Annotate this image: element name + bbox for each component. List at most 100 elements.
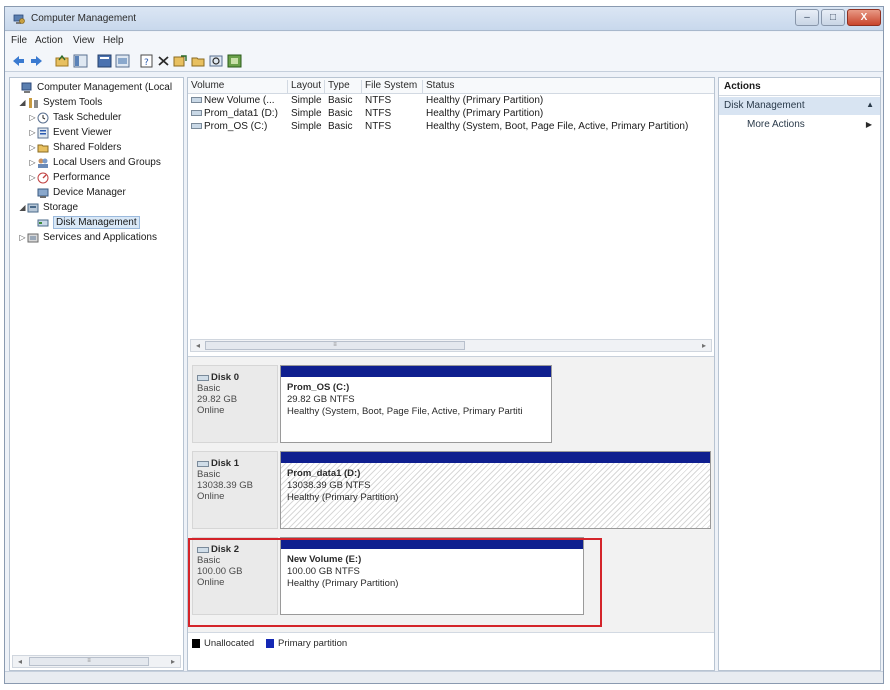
window-title: Computer Management <box>31 13 137 24</box>
console-icon[interactable] <box>115 54 130 68</box>
status-bar <box>5 671 883 683</box>
tree-item-performance[interactable]: ▷ Performance <box>28 170 110 185</box>
users-icon <box>38 158 48 168</box>
expand-icon[interactable]: ▷ <box>28 173 37 182</box>
forward-arrow-icon[interactable] <box>29 54 44 68</box>
search-icon[interactable] <box>209 54 224 68</box>
show-hide-tree-icon[interactable] <box>73 54 88 68</box>
scroll-right-icon[interactable]: ▸ <box>167 656 179 667</box>
event-viewer-icon <box>37 127 49 138</box>
volume-list-header: Volume Layout Type File System Status <box>188 78 714 94</box>
tree-item-services[interactable]: ▷ Services and Applications <box>18 230 157 245</box>
volume-layout: Simple <box>291 108 322 119</box>
column-file-system[interactable]: File System <box>362 80 423 93</box>
maximize-button[interactable]: □ <box>821 9 845 26</box>
volume-type: Basic <box>328 95 353 106</box>
disk-size: 13038.39 GB <box>197 480 253 491</box>
partition-status: Healthy (Primary Partition) <box>287 492 399 503</box>
menu-action[interactable]: Action <box>35 35 63 46</box>
delete-icon[interactable] <box>156 54 171 68</box>
collapse-icon[interactable]: ◢ <box>18 98 27 107</box>
performance-icon <box>37 172 49 183</box>
scroll-left-icon[interactable]: ◂ <box>192 340 204 351</box>
scrollbar-thumb[interactable]: ≡ <box>205 341 465 350</box>
expand-icon[interactable]: ▷ <box>28 113 37 122</box>
expand-icon[interactable]: ▷ <box>28 158 37 167</box>
partition-d[interactable]: Prom_data1 (D:) 13038.39 GB NTFS Healthy… <box>280 451 711 529</box>
column-status[interactable]: Status <box>423 80 713 93</box>
column-type[interactable]: Type <box>325 80 362 93</box>
volume-row[interactable]: Prom_data1 (D:) Simple Basic NTFS Health… <box>188 108 714 121</box>
menu-view[interactable]: View <box>73 35 95 46</box>
actions-disk-management-section[interactable]: Disk Management ▲ <box>719 97 880 115</box>
collapse-up-icon[interactable]: ▲ <box>866 100 874 109</box>
help-icon[interactable]: ? <box>139 54 154 68</box>
chevron-right-icon[interactable]: ▶ <box>866 120 872 129</box>
column-layout[interactable]: Layout <box>288 80 325 93</box>
back-arrow-icon[interactable] <box>11 54 26 68</box>
export-icon[interactable] <box>173 54 188 68</box>
partition-bar <box>281 452 710 463</box>
volume-icon <box>191 123 202 130</box>
minimize-icon: – <box>804 12 810 23</box>
partition-status: Healthy (System, Boot, Page File, Active… <box>287 406 523 417</box>
volume-type: Basic <box>328 121 353 132</box>
up-folder-icon[interactable] <box>55 54 70 68</box>
volume-file-system: NTFS <box>365 108 392 119</box>
tree-item-storage[interactable]: ◢ Storage <box>18 200 78 215</box>
disk-2-highlight-box <box>188 538 602 627</box>
disk-size: 29.82 GB <box>197 394 238 405</box>
tree-item-shared-folders[interactable]: ▷ Shared Folders <box>28 140 121 155</box>
disk-1-label[interactable]: Disk 1 Basic 13038.39 GB Online <box>192 451 278 529</box>
tree-item-system-tools[interactable]: ◢ System Tools <box>18 95 102 110</box>
clock-icon <box>37 112 49 123</box>
expand-icon[interactable]: ▷ <box>28 128 37 137</box>
disk-type: Basic <box>197 383 221 394</box>
expand-icon[interactable]: ▷ <box>28 143 37 152</box>
menu-help[interactable]: Help <box>103 35 124 46</box>
legend-primary-label: Primary partition <box>278 638 348 649</box>
more-actions-link[interactable]: More Actions <box>747 119 805 130</box>
tree-item-event-viewer[interactable]: ▷ Event Viewer <box>28 125 112 140</box>
scroll-left-icon[interactable]: ◂ <box>14 656 26 667</box>
column-volume[interactable]: Volume <box>188 80 288 93</box>
disk-0-label[interactable]: Disk 0 Basic 29.82 GB Online <box>192 365 278 443</box>
tree-item-root[interactable]: Computer Management (Local <box>12 80 172 95</box>
partition-c[interactable]: Prom_OS (C:) 29.82 GB NTFS Healthy (Syst… <box>280 365 552 443</box>
volume-layout: Simple <box>291 121 322 132</box>
volume-file-system: NTFS <box>365 95 392 106</box>
volume-type: Basic <box>328 108 353 119</box>
volume-icon <box>191 110 202 117</box>
primary-swatch <box>266 639 274 648</box>
scroll-right-icon[interactable]: ▸ <box>698 340 710 351</box>
volume-name: Prom_OS (C:) <box>204 121 268 132</box>
tree-item-task-scheduler[interactable]: ▷ Task Scheduler <box>28 110 121 125</box>
folder-open-icon[interactable] <box>191 54 206 68</box>
services-icon <box>27 233 39 242</box>
tree-item-local-users[interactable]: ▷ Local Users and Groups <box>28 155 160 170</box>
tree-label-storage: Storage <box>43 202 79 213</box>
close-button[interactable]: X <box>847 9 881 26</box>
volume-row[interactable]: New Volume (... Simple Basic NTFS Health… <box>188 95 714 108</box>
tree-horizontal-scrollbar[interactable]: ◂ ≡ ▸ <box>12 655 181 668</box>
navigation-tree: Computer Management (Local ◢ System Tool… <box>9 77 184 671</box>
minimize-button[interactable]: – <box>795 9 819 26</box>
disk-name: Disk 0 <box>211 372 239 383</box>
tree-item-device-manager[interactable]: Device Manager <box>28 185 126 200</box>
collapse-icon[interactable]: ◢ <box>18 203 27 212</box>
disk-name: Disk 1 <box>211 458 239 469</box>
tree-label-disk-management: Disk Management <box>53 216 140 229</box>
expand-icon[interactable]: ▷ <box>18 233 27 242</box>
tree-item-disk-management[interactable]: Disk Management <box>28 215 140 230</box>
volume-list-horizontal-scrollbar[interactable]: ◂ ≡ ▸ <box>190 339 712 352</box>
title-bar[interactable]: Computer Management – □ X <box>5 7 883 31</box>
properties-icon[interactable] <box>97 54 112 68</box>
volume-name: Prom_data1 (D:) <box>204 108 278 119</box>
scrollbar-thumb[interactable]: ≡ <box>29 657 149 666</box>
connect-icon[interactable] <box>227 54 242 68</box>
tree-label-services: Services and Applications <box>43 232 157 243</box>
menu-file[interactable]: File <box>11 35 27 46</box>
volume-row[interactable]: Prom_OS (C:) Simple Basic NTFS Healthy (… <box>188 121 714 134</box>
computer-management-window: Computer Management – □ X File Action Vi… <box>4 6 884 684</box>
maximize-icon: □ <box>829 12 837 23</box>
